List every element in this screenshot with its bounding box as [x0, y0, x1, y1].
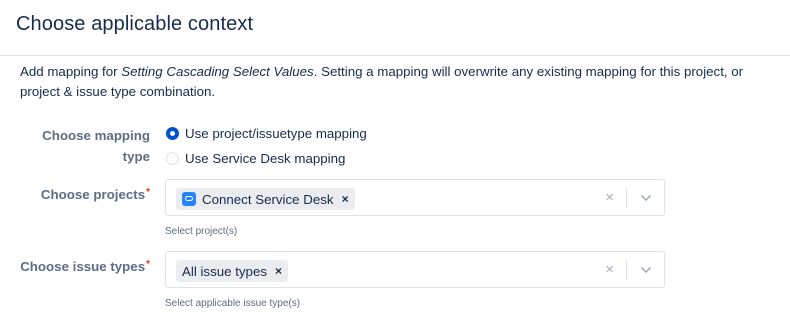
radio-project-issuetype-mapping[interactable]: Use project/issuetype mapping	[166, 126, 367, 141]
mapping-type-label: Choose mapping type	[42, 125, 150, 167]
required-asterisk: *	[146, 259, 150, 270]
remove-issue-type-tag-icon[interactable]: ×	[275, 264, 282, 278]
radio-unchecked-icon[interactable]	[166, 152, 179, 165]
required-asterisk: *	[146, 187, 150, 198]
issue-types-select[interactable]: All issue types × ×	[165, 251, 665, 288]
remove-project-tag-icon[interactable]: ×	[342, 192, 349, 206]
issue-type-tag: All issue types ×	[176, 260, 289, 282]
description-field-name: Setting Cascading Select Values	[121, 64, 314, 79]
mapping-type-label-line2: type	[122, 149, 150, 164]
choose-projects-label-text: Choose projects	[40, 187, 146, 202]
dialog-header: Choose applicable context	[0, 0, 790, 56]
projects-helper-text: Select project(s)	[165, 226, 238, 237]
radio-label-project-issuetype: Use project/issuetype mapping	[185, 126, 367, 141]
context-description: Add mapping for Setting Cascading Select…	[20, 62, 770, 102]
select-divider	[626, 188, 627, 208]
chevron-down-icon[interactable]	[639, 191, 653, 205]
select-divider	[626, 260, 627, 280]
issue-types-helper-text: Select applicable issue type(s)	[165, 298, 301, 309]
clear-issue-types-icon[interactable]: ×	[605, 261, 614, 278]
choose-issue-types-label-text: Choose issue types	[20, 259, 146, 274]
chevron-down-icon[interactable]	[639, 263, 653, 277]
mapping-type-label-line1: Choose mapping	[42, 128, 150, 143]
dialog-title: Choose applicable context	[16, 13, 254, 35]
radio-service-desk-mapping[interactable]: Use Service Desk mapping	[166, 151, 345, 166]
clear-projects-icon[interactable]: ×	[605, 189, 614, 206]
radio-label-service-desk: Use Service Desk mapping	[185, 151, 346, 166]
choose-projects-label: Choose projects*	[41, 184, 150, 205]
project-icon	[182, 192, 196, 206]
project-tag: Connect Service Desk ×	[176, 188, 355, 210]
radio-checked-icon[interactable]	[166, 127, 179, 140]
description-prefix: Add mapping for	[20, 64, 122, 79]
choose-issue-types-label: Choose issue types*	[20, 256, 150, 277]
issue-type-tag-label: All issue types	[182, 263, 267, 279]
project-tag-label: Connect Service Desk	[202, 191, 334, 207]
projects-select[interactable]: Connect Service Desk × ×	[165, 179, 665, 216]
